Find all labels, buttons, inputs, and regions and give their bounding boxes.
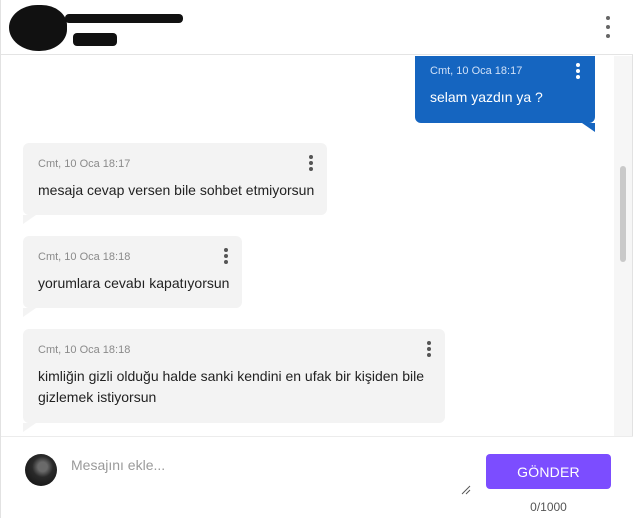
chat-header <box>1 0 633 55</box>
message-timestamp: Cmt, 10 Oca 18:17 <box>430 65 523 77</box>
message-input[interactable] <box>71 457 471 495</box>
message-text: selam yazdın ya ? <box>430 89 543 105</box>
message-outgoing: Cmt, 10 Oca 18:17 selam yazdın ya ? <box>415 56 595 123</box>
message-text: yorumlara cevabı kapatıyorsun <box>38 275 230 291</box>
chat-window: Cmt, 10 Oca 18:17 selam yazdın ya ? Cmt,… <box>0 0 633 518</box>
send-button[interactable]: GÖNDER <box>486 454 611 489</box>
message-incoming: Cmt, 10 Oca 18:17 mesaja cevap versen bi… <box>23 143 327 215</box>
contact-avatar-redacted <box>9 5 67 51</box>
message-text: kimliğin gizli olduğu halde sanki kendin… <box>38 368 424 405</box>
bubble-tail <box>23 423 36 432</box>
message-menu-icon[interactable] <box>573 63 583 79</box>
message-menu-icon[interactable] <box>424 341 434 357</box>
contact-name-redacted <box>65 14 183 23</box>
message-scrollbar[interactable] <box>614 56 632 436</box>
message-timestamp: Cmt, 10 Oca 18:18 <box>38 251 131 263</box>
message-menu-icon[interactable] <box>221 248 231 264</box>
message-list[interactable]: Cmt, 10 Oca 18:17 selam yazdın ya ? Cmt,… <box>2 56 614 436</box>
bubble-tail <box>582 123 595 132</box>
message-timestamp: Cmt, 10 Oca 18:18 <box>38 344 131 356</box>
message-text: mesaja cevap versen bile sohbet etmiyors… <box>38 182 315 198</box>
scrollbar-thumb[interactable] <box>620 166 626 262</box>
message-incoming: Cmt, 10 Oca 18:18 kimliğin gizli olduğu … <box>23 329 445 423</box>
resize-handle-icon[interactable] <box>461 485 471 495</box>
character-counter: 0/1000 <box>530 500 567 514</box>
contact-status-redacted <box>73 33 117 46</box>
message-timestamp: Cmt, 10 Oca 18:17 <box>38 158 131 170</box>
message-incoming: Cmt, 10 Oca 18:18 yorumlara cevabı kapat… <box>23 236 242 308</box>
user-avatar <box>25 454 57 486</box>
message-composer: GÖNDER 0/1000 <box>1 436 633 518</box>
bubble-tail <box>23 215 36 224</box>
bubble-tail <box>23 308 36 317</box>
more-vertical-icon[interactable] <box>601 16 615 38</box>
message-menu-icon[interactable] <box>306 155 316 171</box>
